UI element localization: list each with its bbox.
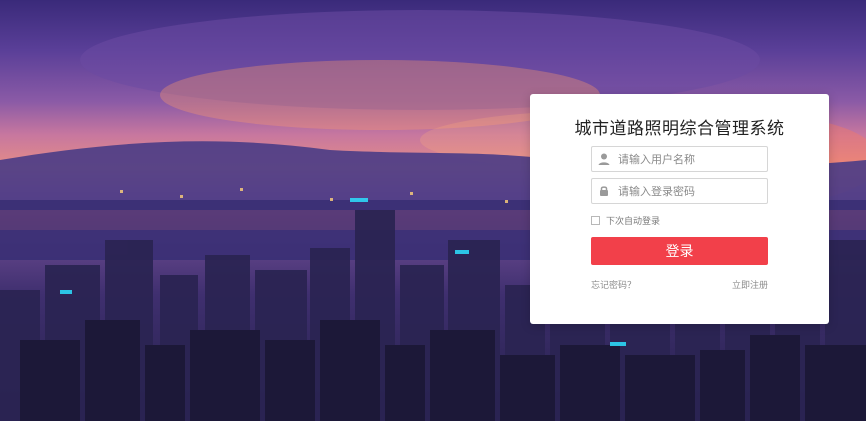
password-field[interactable] bbox=[591, 178, 768, 204]
register-link[interactable]: 立即注册 bbox=[732, 278, 768, 291]
page-title: 城市道路照明综合管理系统 bbox=[574, 119, 785, 139]
user-icon bbox=[592, 147, 616, 171]
remember-me[interactable]: 下次自动登录 bbox=[591, 214, 660, 227]
login-button[interactable]: 登录 bbox=[591, 237, 768, 265]
remember-checkbox[interactable] bbox=[591, 216, 600, 225]
forgot-password-link[interactable]: 忘记密码？ bbox=[591, 278, 636, 291]
login-card: 城市道路照明综合管理系统 下次自动登录 登录 忘记密码？ 立即注册 bbox=[530, 94, 829, 324]
username-field[interactable] bbox=[591, 146, 768, 172]
password-input[interactable] bbox=[616, 179, 760, 203]
username-input[interactable] bbox=[616, 147, 760, 171]
lock-icon bbox=[592, 179, 616, 203]
remember-label: 下次自动登录 bbox=[606, 217, 661, 227]
